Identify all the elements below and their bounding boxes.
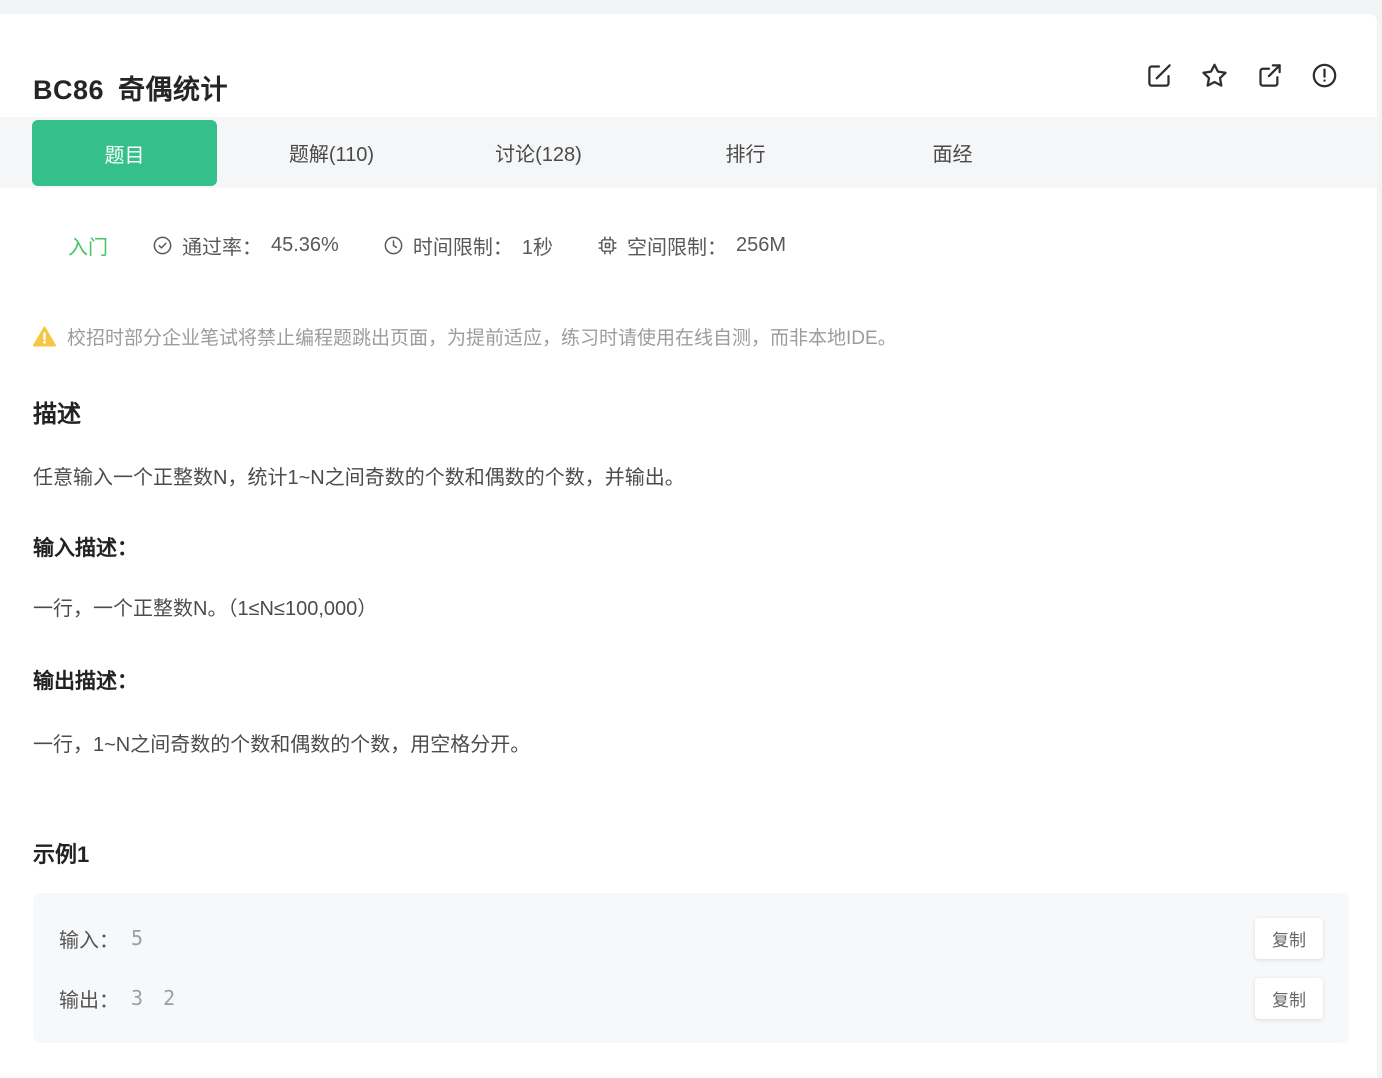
external-link-icon[interactable] [1256, 62, 1283, 89]
space-limit: 空间限制： 256M [597, 231, 786, 260]
space-limit-value: 256M [735, 233, 786, 256]
problem-id: BC86 [33, 75, 105, 105]
report-icon[interactable] [1311, 62, 1338, 89]
problem-panel: BC86 奇偶统计 题目 题解(110) 讨论(128) 排行 面经 入门 通过… [0, 14, 1377, 1078]
space-limit-label: 空间限制： [626, 236, 727, 259]
output-description-heading: 输出描述： [33, 670, 138, 693]
tab-interview[interactable]: 面经 [849, 117, 1056, 188]
page-title: BC86 奇偶统计 [33, 68, 228, 107]
pass-rate-label: 通过率： [182, 236, 262, 259]
header-actions [1146, 62, 1338, 89]
notice-banner: 校招时部分企业笔试将禁止编程题跳出页面，为提前适应，练习时请使用在线自测，而非本… [33, 323, 1344, 350]
time-limit-label: 时间限制： [412, 236, 513, 259]
difficulty-badge: 入门 [68, 236, 108, 259]
example-heading: 示例1 [33, 842, 90, 867]
edit-icon[interactable] [1146, 62, 1173, 89]
meta-row: 入门 通过率： 45.36% 时间限制： 1秒 空间限制： 256M [33, 231, 1344, 259]
copy-input-button[interactable]: 复制 [1255, 917, 1323, 959]
example-input-row: 输入： 5 复制 [59, 917, 1323, 959]
example-input-label: 输入： [59, 929, 119, 952]
tab-problem[interactable]: 题目 [21, 117, 228, 188]
description-heading: 描述 [33, 401, 81, 428]
tab-discussion[interactable]: 讨论(128) [435, 117, 642, 188]
copy-output-button[interactable]: 复制 [1255, 977, 1323, 1019]
example-output-label: 输出： [59, 989, 119, 1012]
tab-ranking[interactable]: 排行 [642, 117, 849, 188]
description-body: 任意输入一个正整数N，统计1~N之间奇数的个数和偶数的个数，并输出。 [33, 467, 685, 489]
pass-rate: 通过率： 45.36% [152, 231, 339, 260]
notice-text: 校招时部分企业笔试将禁止编程题跳出页面，为提前适应，练习时请使用在线自测，而非本… [67, 328, 897, 349]
tab-bar: 题目 题解(110) 讨论(128) 排行 面经 [0, 117, 1377, 188]
tab-solutions[interactable]: 题解(110) [228, 117, 435, 188]
example-output-row: 输出： 3 2 复制 [59, 977, 1323, 1019]
warning-triangle-icon [33, 326, 56, 347]
problem-header: BC86 奇偶统计 [0, 14, 1377, 117]
problem-content: 入门 通过率： 45.36% 时间限制： 1秒 空间限制： 256M 校招时部分… [0, 231, 1377, 1043]
input-description-body: 一行，一个正整数N。（1≤N≤100,000） [33, 598, 378, 620]
check-circle-icon [152, 235, 173, 256]
time-limit: 时间限制： 1秒 [383, 231, 553, 260]
memory-chip-icon [597, 235, 618, 256]
input-description-heading: 输入描述： [33, 537, 138, 560]
example-input-value: 5 [131, 926, 144, 950]
clock-icon [383, 235, 404, 256]
example-box: 输入： 5 复制 输出： 3 2 复制 [33, 893, 1349, 1043]
time-limit-value: 1秒 [521, 236, 553, 259]
star-icon[interactable] [1201, 62, 1228, 89]
output-description-body: 一行，1~N之间奇数的个数和偶数的个数，用空格分开。 [33, 734, 531, 756]
example-output-value: 3 2 [131, 986, 176, 1010]
problem-name: 奇偶统计 [118, 75, 229, 105]
pass-rate-value: 45.36% [271, 233, 339, 256]
